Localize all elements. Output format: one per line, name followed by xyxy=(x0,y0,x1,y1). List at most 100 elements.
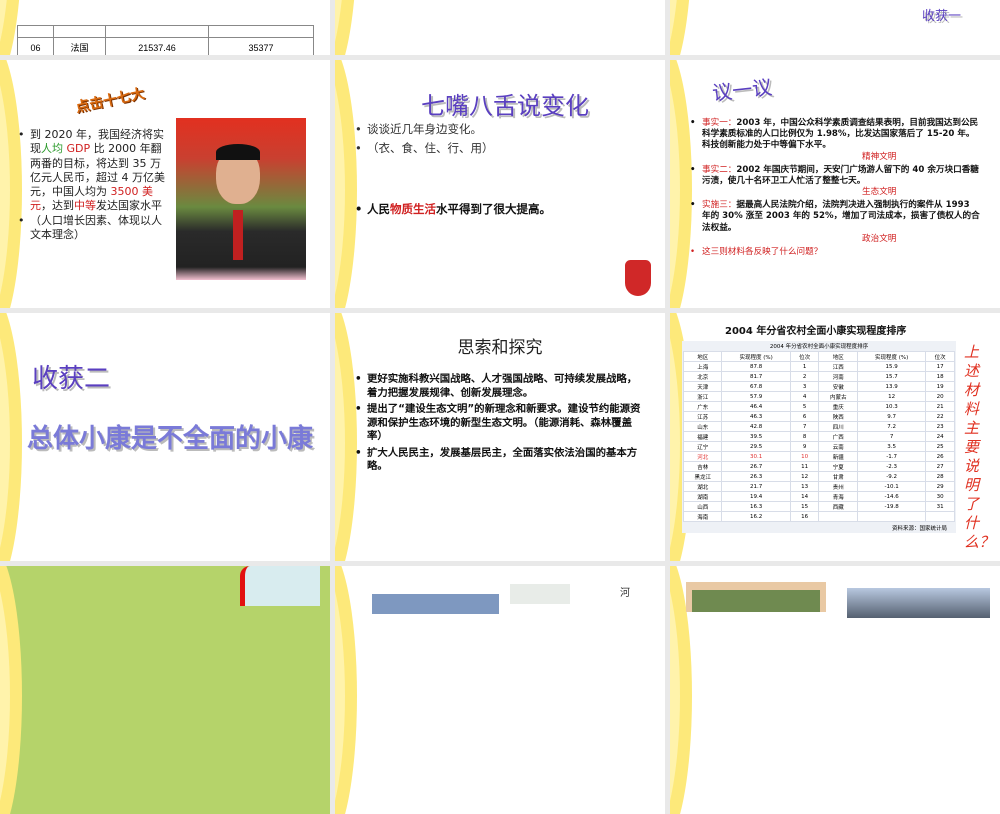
slide-thumbnail-2[interactable] xyxy=(335,0,665,55)
table-cell: 5 xyxy=(789,401,820,412)
column-header: 地区 xyxy=(682,351,723,362)
table-cell xyxy=(925,511,955,522)
table-cell: 23 xyxy=(925,421,955,432)
column-header: 实现程度 (%) xyxy=(856,351,927,362)
table-cell: 81.7 xyxy=(721,371,791,382)
table-cell: 1 xyxy=(789,361,820,372)
slide-thumbnail-3[interactable]: 收获一 xyxy=(670,0,1000,55)
table-cell: 湖南 xyxy=(682,491,723,502)
bullet-item: （衣、食、住、行、用） xyxy=(355,141,645,156)
vertical-text: 河 xyxy=(620,588,630,599)
table-cell: 黑龙江 xyxy=(682,471,723,482)
table-cell: 4 xyxy=(789,391,820,402)
text: 水平得到了很大提高。 xyxy=(436,201,551,216)
slide-thumbnail-10[interactable] xyxy=(0,566,330,814)
table-cell: 河南 xyxy=(818,371,858,382)
table-cell: -2.3 xyxy=(856,461,927,472)
table-cell: 18 xyxy=(925,371,955,382)
table-cell: 6 xyxy=(789,411,820,422)
table-row: 山西 16.3 15 西藏 -19.8 31 xyxy=(682,501,955,512)
table-cell: 16.3 xyxy=(721,501,791,512)
table-cell: 上海 xyxy=(682,361,723,372)
question-item: 这三则材料各反映了什么问题？ xyxy=(690,247,980,258)
table-cell: 3 xyxy=(789,381,820,392)
photo xyxy=(510,584,570,604)
table-cell: 法国 xyxy=(53,37,106,55)
fact-tag: 政治文明 xyxy=(862,233,897,244)
table-cell: 贵州 xyxy=(818,481,858,492)
table-cell: 江西 xyxy=(818,361,858,372)
bullet-list: 事实一：2003 年，中国公众科学素质调查结果表明，目前我国达到公民科学素质标准… xyxy=(690,118,980,258)
bullet-item: 提出了“建设生态文明”的新理念和新要求。建设节约能源资源和保护生态环境的新型生态… xyxy=(355,403,645,444)
table-cell: 27 xyxy=(925,461,955,472)
slide-thumbnail-6[interactable]: 议一议 事实一：2003 年，中国公众科学素质调查结果表明，目前我国达到公民科学… xyxy=(670,60,1000,308)
table-cell: 吉林 xyxy=(682,461,723,472)
table-cell: 9.7 xyxy=(856,411,927,422)
bullet-item: 事实二：2002 年国庆节期间，天安门广场游人留下的 40 余万块口香糖污渍，使… xyxy=(690,165,980,199)
table-cell: 17 xyxy=(925,361,955,372)
table-cell: 06 xyxy=(17,37,54,55)
table-cell: 30.1 xyxy=(721,451,791,462)
slide-thumbnail-8[interactable]: 思索和探究 更好实施科教兴国战略、人才强国战略、可持续发展战略，着力把握发展规律… xyxy=(335,313,665,561)
slide-thumbnail-1[interactable]: 06 法国 21537.46 35377 xyxy=(0,0,330,55)
text-run: GDP xyxy=(63,142,91,156)
table-cell: 西藏 xyxy=(818,501,858,512)
table-cell: 14 xyxy=(789,491,820,502)
table-cell: 海南 xyxy=(682,511,723,522)
table-cell: 67.8 xyxy=(721,381,791,392)
table-cell: 19.4 xyxy=(721,491,791,502)
table-cell: 江苏 xyxy=(682,411,723,422)
table-cell: 福建 xyxy=(682,431,723,442)
slide-thumbnail-5[interactable]: 七嘴八舌说变化 谈谈近几年身边变化。 （衣、食、住、行、用） 人民物质生活水平得… xyxy=(335,60,665,308)
fact-text: 据最高人民法院介绍，法院判决进入强制执行的案件从 1993 年的 30% 涨至 … xyxy=(702,200,980,233)
slide-thumbnail-9[interactable]: 2004 年分省农村全面小康实现程度排序 2004 年分省农村全面小康实现程度排… xyxy=(670,313,1000,561)
bullet-item: 扩大人民民主，发展基层民主，全面落实依法治国的基本方略。 xyxy=(355,447,645,474)
table-cell: 24 xyxy=(925,431,955,442)
table-row: 辽宁 29.5 9 云南 3.5 25 xyxy=(682,441,955,452)
text-run: ，达到 xyxy=(41,199,74,213)
table-row: 湖南 19.4 14 青海 -14.6 30 xyxy=(682,491,955,502)
slide-thumbnail-12[interactable] xyxy=(670,566,1000,814)
text: 人民 xyxy=(367,201,390,216)
table-cell: 57.9 xyxy=(721,391,791,402)
table-cell: 10.3 xyxy=(856,401,927,412)
fact-text: 2002 年国庆节期间，天安门广场游人留下的 40 余万块口香糖污渍，使几十名环… xyxy=(702,164,979,186)
photo xyxy=(372,594,499,614)
table-cell: 87.8 xyxy=(721,361,791,372)
text-run: （人口增长因素、体现以人文本理念） xyxy=(30,213,162,242)
bullet-list: 到 2020 年，我国经济将实现人均 GDP 比 2000 年翻两番的目标，将达… xyxy=(18,128,168,242)
gdp-table: 06 法国 21537.46 35377 xyxy=(17,25,314,55)
slide-subtitle: 总体小康是不全面的小康 xyxy=(27,424,314,454)
table-cell xyxy=(856,511,927,522)
slide-thumbnail-4[interactable]: 点击十七大 到 2020 年，我国经济将实现人均 GDP 比 2000 年翻两番… xyxy=(0,60,330,308)
table-cell: 浙江 xyxy=(682,391,723,402)
table-cell: 7.2 xyxy=(856,421,927,432)
photo xyxy=(686,582,826,612)
table-cell: 河北 xyxy=(682,451,723,462)
table-cell: -9.2 xyxy=(856,471,927,482)
table-cell: 陕西 xyxy=(818,411,858,422)
table-cell: 安徽 xyxy=(818,381,858,392)
table-cell: 广西 xyxy=(818,431,858,442)
bullet-item: 事实一：2003 年，中国公众科学素质调查结果表明，目前我国达到公民科学素质标准… xyxy=(690,118,980,163)
table-cell: 四川 xyxy=(818,421,858,432)
table-cell: 内蒙古 xyxy=(818,391,858,402)
table-cell: 7 xyxy=(856,431,927,442)
table-cell: 16 xyxy=(789,511,820,522)
table-row: 海南 16.2 16 xyxy=(682,511,955,522)
bullet-item: 到 2020 年，我国经济将实现人均 GDP 比 2000 年翻两番的目标，将达… xyxy=(18,128,168,214)
slide-title: 收获二 xyxy=(32,364,111,394)
slide-thumbnail-11[interactable]: 河 xyxy=(335,566,665,814)
slide-thumbnail-7[interactable]: 收获二 总体小康是不全面的小康 xyxy=(0,313,330,561)
table-row: 天津 67.8 3 安徽 13.9 19 xyxy=(682,381,955,392)
table-cell: 辽宁 xyxy=(682,441,723,452)
table-cell: 22 xyxy=(925,411,955,422)
table-cell: 3.5 xyxy=(856,441,927,452)
table-cell: 30 xyxy=(925,491,955,502)
speaker-photo xyxy=(176,118,306,280)
bullet-list: 更好实施科教兴国战略、人才强国战略、可持续发展战略，着力把握发展规律、创新发展理… xyxy=(355,373,645,477)
table-cell xyxy=(818,511,858,522)
table-cell: 7 xyxy=(789,421,820,432)
fact-tag: 精神文明 xyxy=(862,151,897,162)
christmas-stocking-icon xyxy=(625,260,651,296)
